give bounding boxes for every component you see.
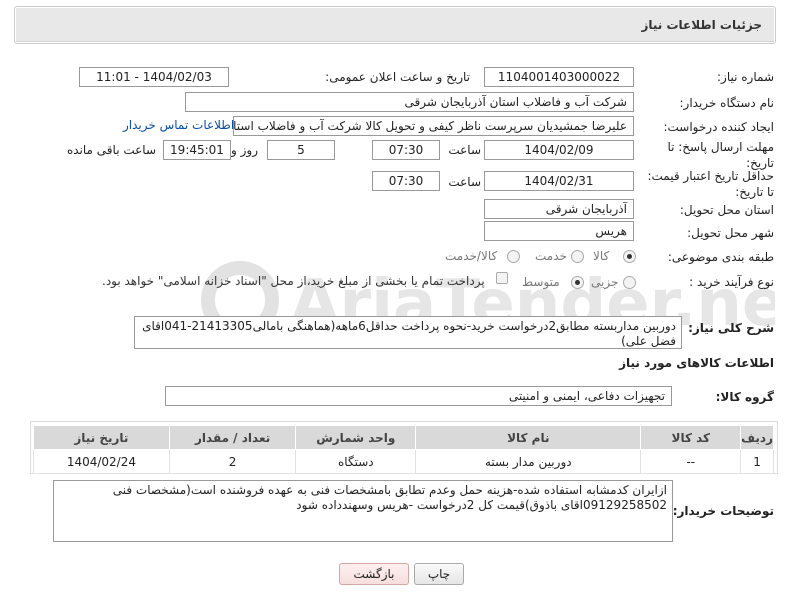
city-label: شهر محل تحویل: bbox=[687, 226, 774, 240]
deadline-time-label: ساعت bbox=[448, 143, 481, 157]
items-table-header: ردیف کد کالا نام کالا واحد شمارش تعداد /… bbox=[33, 425, 774, 450]
purchase-radio-minor[interactable] bbox=[623, 276, 636, 289]
buyer-org-field: شرکت آب و فاضلاب استان آذربایجان شرقی bbox=[185, 92, 634, 112]
buyer-notes-textarea[interactable]: ازایران کدمشابه استفاده شده-هزینه حمل وع… bbox=[53, 480, 673, 542]
purchase-radio-medium[interactable] bbox=[571, 276, 584, 289]
print-button[interactable]: چاپ bbox=[414, 563, 464, 585]
payment-note: پرداخت تمام یا بخشی از مبلغ خرید،از محل … bbox=[102, 274, 485, 288]
need-number-field: 1104001403000022 bbox=[484, 67, 634, 87]
description-text: دوربین مداربسته مطابق2درخواست خرید-نحوه … bbox=[142, 319, 676, 348]
category-label: طبقه بندی موضوعی: bbox=[667, 250, 774, 264]
description-label: شرح کلی نیاز: bbox=[688, 321, 774, 335]
cell-date: 1404/02/24 bbox=[33, 449, 170, 474]
col-name: نام کالا bbox=[415, 425, 642, 450]
deadline-time-field: 07:30 bbox=[372, 140, 440, 160]
treasury-checkbox[interactable] bbox=[496, 272, 508, 284]
buyer-notes-label: توضیحات خریدار: bbox=[672, 504, 774, 518]
purchase-minor-label: جزیی bbox=[591, 275, 619, 289]
validity-date-field: 1404/02/31 bbox=[484, 171, 634, 191]
remaining-label: ساعت باقی مانده bbox=[66, 143, 156, 157]
validity-time-label: ساعت bbox=[448, 175, 481, 189]
col-row: ردیف bbox=[740, 425, 774, 450]
creator-field: علیرضا جمشیدیان سرپرست ناظر کیفی و تحویل… bbox=[233, 116, 634, 136]
days-field: 5 bbox=[267, 140, 335, 160]
cell-code: -- bbox=[640, 449, 742, 474]
details-panel: جزئیات اطلاعات نیاز bbox=[14, 6, 776, 44]
col-date: تاریخ نیاز bbox=[33, 425, 170, 450]
deadline-label: مهلت ارسال پاسخ: تا تاریخ: bbox=[667, 140, 774, 170]
category-radio-goods[interactable] bbox=[623, 250, 636, 263]
col-unit: واحد شمارش bbox=[295, 425, 417, 450]
announce-datetime-field: 1404/02/03 - 11:01 bbox=[79, 67, 229, 87]
province-field: آذربایجان شرقی bbox=[484, 199, 634, 219]
deadline-date-field: 1404/02/09 bbox=[484, 140, 634, 160]
buyer-org-label: نام دستگاه خریدار: bbox=[679, 96, 775, 110]
buyer-contact-link[interactable]: اطلاعات تماس خریدار bbox=[123, 118, 234, 132]
remaining-time-field: 19:45:01 bbox=[163, 140, 231, 160]
category-radio-goods-service[interactable] bbox=[507, 250, 520, 263]
purchase-type-label: نوع فرآیند خرید : bbox=[689, 275, 774, 289]
col-qty: تعداد / مقدار bbox=[168, 425, 297, 450]
creator-label: ایجاد کننده درخواست: bbox=[663, 120, 774, 134]
purchase-medium-label: متوسط bbox=[522, 275, 560, 289]
goods-group-field: تجهیزات دفاعی، ایمنی و امنیتی bbox=[165, 386, 672, 406]
cell-qty: 2 bbox=[168, 449, 297, 474]
category-service-label: خدمت bbox=[535, 249, 567, 263]
category-radio-service[interactable] bbox=[571, 250, 584, 263]
validity-time-field: 07:30 bbox=[372, 171, 440, 191]
days-label: روز و bbox=[231, 143, 258, 157]
items-table: ردیف کد کالا نام کالا واحد شمارش تعداد /… bbox=[33, 425, 774, 474]
province-label: استان محل تحویل: bbox=[679, 203, 774, 217]
goods-group-label: گروه کالا: bbox=[715, 390, 774, 404]
category-goods-service-label: کالا/خدمت bbox=[445, 249, 498, 263]
cell-row: 1 bbox=[740, 449, 774, 474]
city-field: هریس bbox=[484, 221, 634, 241]
validity-label: حداقل تاریخ اعتبار قیمت: تا تاریخ: bbox=[647, 169, 774, 199]
col-code: کد کالا bbox=[640, 425, 742, 450]
category-goods-label: کالا bbox=[593, 249, 610, 263]
panel-title: جزئیات اطلاعات نیاز bbox=[641, 18, 762, 32]
need-number-label: شماره نیاز: bbox=[717, 70, 774, 84]
description-textarea[interactable]: دوربین مداربسته مطابق2درخواست خرید-نحوه … bbox=[134, 316, 682, 349]
panel-header: جزئیات اطلاعات نیاز bbox=[16, 8, 774, 42]
cell-name: دوربین مدار بسته bbox=[415, 449, 642, 474]
back-button[interactable]: بازگشت bbox=[339, 563, 409, 585]
announce-label: تاریخ و ساعت اعلان عمومی: bbox=[325, 70, 470, 84]
cell-unit: دستگاه bbox=[295, 449, 417, 474]
table-row[interactable]: 1 -- دوربین مدار بسته دستگاه 2 1404/02/2… bbox=[33, 449, 774, 474]
goods-section-title: اطلاعات کالاهای مورد نیاز bbox=[619, 356, 774, 370]
buyer-notes-text: ازایران کدمشابه استفاده شده-هزینه حمل وع… bbox=[112, 483, 667, 512]
